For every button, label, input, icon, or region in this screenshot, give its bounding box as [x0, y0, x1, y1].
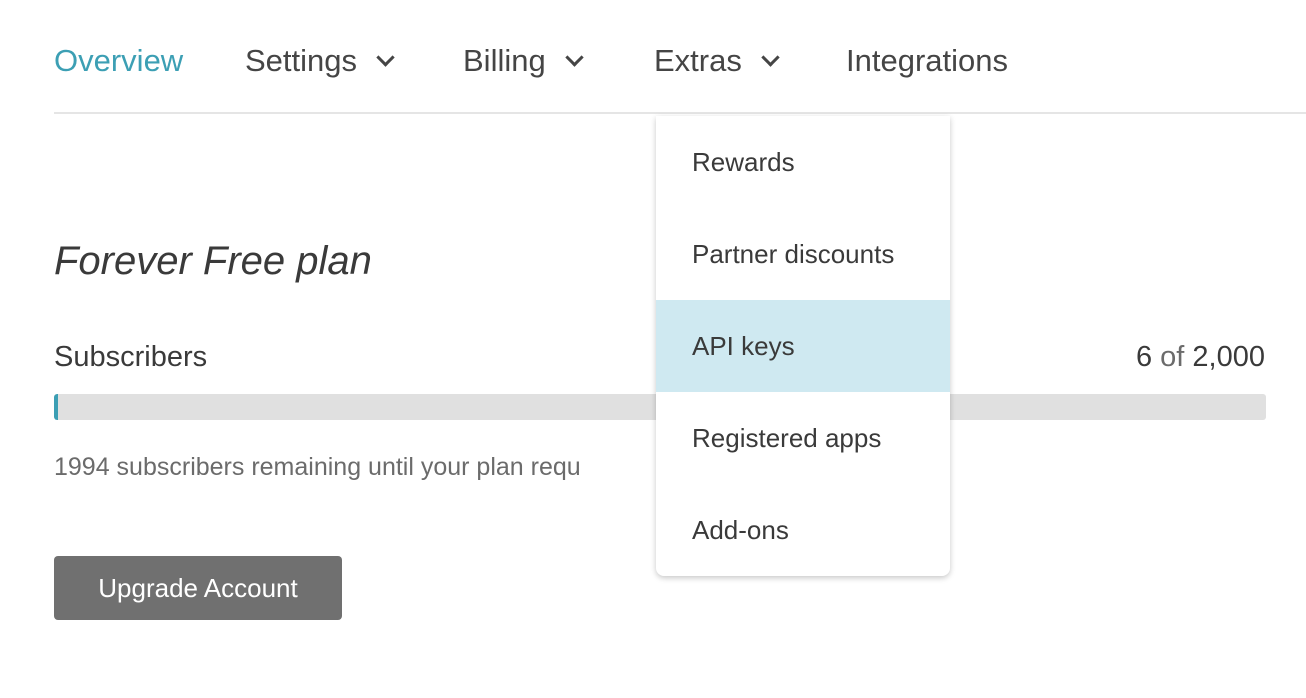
chevron-down-icon [761, 47, 780, 67]
upgrade-account-button[interactable]: Upgrade Account [54, 556, 342, 620]
nav-tab-settings[interactable]: Settings [245, 40, 395, 82]
subscribers-label: Subscribers [54, 341, 208, 373]
nav-tab-overview[interactable]: Overview [54, 40, 183, 82]
menu-item-registered-apps[interactable]: Registered apps [656, 392, 950, 484]
subscriber-used: 6 [1135, 341, 1153, 373]
top-nav: Overview Settings Billing Extras Integra… [54, 0, 1306, 114]
subscriber-limit: 2,000 [1192, 341, 1265, 373]
chevron-down-icon [376, 47, 395, 67]
nav-tab-label: Settings [245, 43, 358, 78]
menu-item-partner-discounts[interactable]: Partner discounts [656, 208, 950, 300]
nav-tab-integrations[interactable]: Integrations [846, 40, 1008, 82]
chevron-down-icon [565, 47, 584, 67]
menu-item-add-ons[interactable]: Add-ons [656, 484, 950, 576]
menu-item-api-keys[interactable]: API keys [656, 300, 950, 392]
subscriber-of-label: of [1160, 341, 1185, 373]
nav-tab-billing[interactable]: Billing [463, 40, 584, 82]
remaining-text: 1994 subscribers remaining until your pl… [54, 453, 581, 481]
menu-item-rewards[interactable]: Rewards [656, 116, 950, 208]
nav-tab-label: Billing [463, 43, 546, 78]
nav-tab-label: Extras [654, 43, 742, 78]
subscriber-progress-fill [54, 394, 58, 420]
nav-tab-label: Integrations [846, 43, 1008, 78]
subscriber-count: 6 of 2,000 [1136, 337, 1265, 377]
plan-title: Forever Free plan [54, 239, 372, 283]
nav-tab-extras[interactable]: Extras [654, 40, 780, 82]
nav-tab-label: Overview [54, 43, 184, 78]
extras-dropdown-menu: Rewards Partner discounts API keys Regis… [656, 116, 950, 576]
